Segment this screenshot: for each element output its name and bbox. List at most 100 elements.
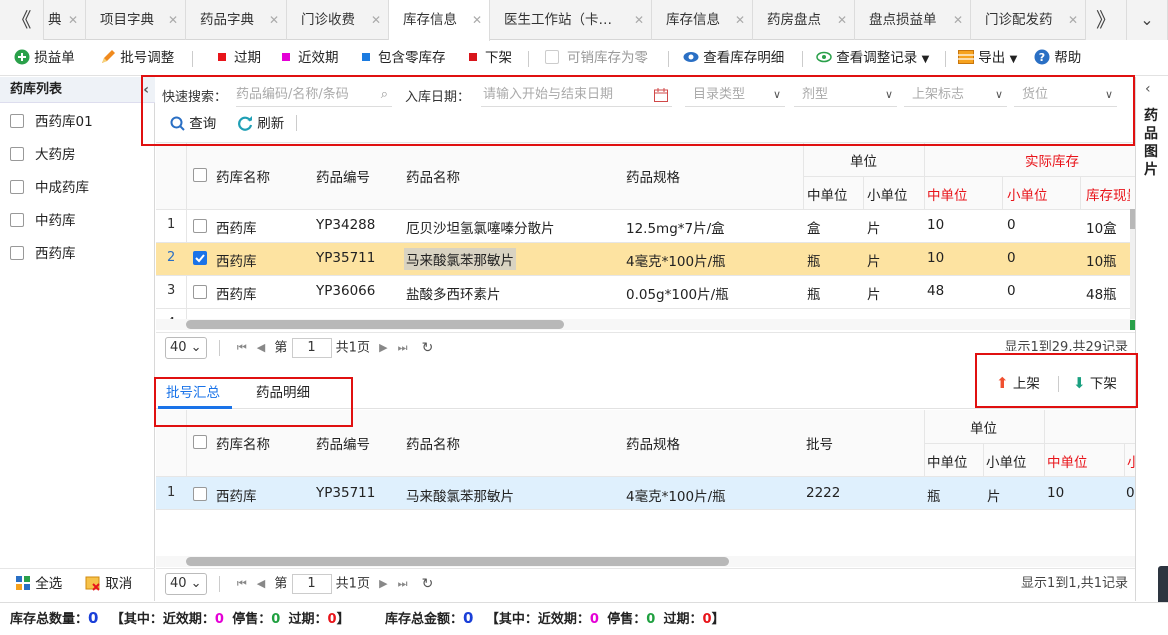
col-actual-mid-header[interactable]: 中单位 (927, 184, 968, 204)
warehouse-item[interactable]: 大药房 (10, 144, 76, 166)
near-expiry-filter[interactable]: 近效期 (282, 41, 339, 76)
last-page-icon[interactable]: ⏭ (398, 333, 408, 363)
warehouse-item[interactable]: 中药库 (10, 210, 76, 232)
scrollbar-thumb[interactable] (186, 320, 564, 329)
tab-inventory-loss-bill[interactable]: 盘点损益单 ✕ (855, 0, 971, 40)
next-page-icon[interactable]: ▶ (379, 333, 387, 363)
col-code-header[interactable]: 药品编号 (316, 166, 370, 186)
refresh-button[interactable]: 刷新 (238, 108, 284, 140)
close-icon[interactable]: ✕ (634, 0, 644, 40)
checkbox[interactable] (10, 246, 24, 260)
close-icon[interactable]: ✕ (953, 0, 963, 40)
page-size-select[interactable]: 40 ⌄ (165, 337, 207, 359)
off-shelf-button[interactable]: ⬇ 下架 (1073, 368, 1117, 398)
tab-stock-info-active[interactable]: 库存信息 ✕ (389, 0, 490, 41)
col-batch-header[interactable]: 批号 (806, 433, 833, 453)
sellable-zero-checkbox[interactable]: 可销库存为零 (545, 41, 648, 76)
checkbox[interactable] (545, 50, 559, 64)
col-actual-small-header[interactable]: 小 (1127, 451, 1135, 471)
col-actual-mid-header[interactable]: 中单位 (1047, 451, 1088, 471)
col-small-unit-header[interactable]: 小单位 (986, 451, 1027, 471)
scrollbar-thumb[interactable] (186, 557, 729, 566)
tab-dictionary-partial[interactable]: 典 ✕ (44, 0, 86, 40)
warehouse-item[interactable]: 西药库 (10, 243, 76, 265)
loss-bill-button[interactable]: 损益单 (14, 41, 75, 76)
col-mid-unit-header[interactable]: 中单位 (807, 184, 848, 204)
close-icon[interactable]: ✕ (472, 0, 482, 40)
close-icon[interactable]: ✕ (735, 0, 745, 40)
view-adjust-record-button[interactable]: 查看调整记录 ▼ (816, 41, 929, 76)
stock-in-date-input[interactable]: 请输入开始与结束日期 (481, 83, 672, 107)
col-warehouse-header[interactable]: 药库名称 (216, 433, 270, 453)
location-select[interactable]: 货位 ∨ (1014, 83, 1117, 107)
col-warehouse-header[interactable]: 药库名称 (216, 166, 270, 186)
tab-outpatient-dispense[interactable]: 门诊配发药 ✕ (971, 0, 1086, 40)
close-icon[interactable]: ✕ (837, 0, 847, 40)
warehouse-item[interactable]: 中成药库 (10, 177, 89, 199)
on-shelf-button[interactable]: ⬆ 上架 (996, 368, 1040, 398)
tab-list-dropdown[interactable]: ⌄ (1127, 0, 1168, 40)
checkbox[interactable] (10, 180, 24, 194)
scroll-left-button[interactable]: 《 (0, 0, 44, 40)
col-name-header[interactable]: 药品名称 (406, 166, 460, 186)
prev-page-icon[interactable]: ◀ (257, 569, 265, 599)
close-icon[interactable]: ✕ (371, 0, 381, 40)
first-page-icon[interactable]: ⏮ (237, 333, 247, 363)
help-button[interactable]: ? 帮助 (1034, 41, 1081, 76)
tab-batch-summary[interactable]: 批号汇总 (166, 378, 220, 408)
last-page-icon[interactable]: ⏭ (398, 569, 408, 599)
expand-panel-icon[interactable]: ‹ (1145, 81, 1151, 97)
col-small-unit-header[interactable]: 小单位 (867, 184, 908, 204)
tab-stock-info[interactable]: 库存信息 ✕ (652, 0, 753, 40)
col-spec-header[interactable]: 药品规格 (626, 166, 680, 186)
page-number-input[interactable]: 1 (291, 338, 332, 358)
tab-drug-dictionary[interactable]: 药品字典 ✕ (186, 0, 287, 40)
calendar-icon[interactable] (654, 88, 668, 102)
tab-item-dictionary[interactable]: 项目字典 ✕ (86, 0, 186, 40)
cancel-button[interactable]: 取消 (85, 568, 132, 601)
tab-drug-detail[interactable]: 药品明细 (256, 378, 310, 408)
close-icon[interactable]: ✕ (168, 0, 178, 40)
close-icon[interactable]: ✕ (68, 0, 78, 40)
select-all-button[interactable]: 全选 (15, 568, 62, 601)
select-all-rows-checkbox[interactable] (193, 435, 207, 449)
page-size-select[interactable]: 40 ⌄ (165, 573, 207, 595)
catalog-type-select[interactable]: 目录类型 ∨ (685, 83, 785, 107)
col-spec-header[interactable]: 药品规格 (626, 433, 680, 453)
checkbox[interactable] (10, 114, 24, 128)
scroll-right-button[interactable]: 》 (1086, 0, 1127, 40)
row-checkbox[interactable] (193, 219, 207, 233)
query-button[interactable]: 查询 (170, 108, 216, 140)
col-name-header[interactable]: 药品名称 (406, 433, 460, 453)
collapse-left-icon[interactable]: ‹ (143, 77, 149, 103)
with-zero-stock-filter[interactable]: 包含零库存 (362, 41, 446, 76)
col-code-header[interactable]: 药品编号 (316, 433, 370, 453)
off-shelf-filter[interactable]: 下架 (469, 41, 512, 76)
col-current-stock-header[interactable]: 库存现量 (1086, 184, 1130, 204)
search-icon[interactable]: ⌕ (381, 83, 388, 107)
tab-pharmacy-inventory[interactable]: 药房盘点 ✕ (753, 0, 855, 40)
checkbox[interactable] (10, 213, 24, 227)
page-number-input[interactable]: 1 (291, 574, 332, 594)
export-button[interactable]: 导出 ▼ (958, 41, 1017, 76)
quick-search-input[interactable]: 药品编码/名称/条码 ⌕ (236, 83, 392, 107)
next-page-icon[interactable]: ▶ (379, 569, 387, 599)
col-mid-unit-header[interactable]: 中单位 (927, 451, 968, 471)
expired-filter[interactable]: 过期 (218, 41, 261, 76)
tab-doctor-workstation[interactable]: 医生工作站（卡… ✕ (490, 0, 652, 40)
view-stock-detail-button[interactable]: 查看库存明细 (683, 41, 784, 76)
prev-page-icon[interactable]: ◀ (257, 333, 265, 363)
close-icon[interactable]: ✕ (1068, 0, 1078, 40)
batch-adjust-button[interactable]: 批号调整 (100, 41, 174, 76)
first-page-icon[interactable]: ⏮ (237, 569, 247, 599)
select-all-rows-checkbox[interactable] (193, 168, 207, 182)
row-checkbox-checked[interactable] (193, 251, 207, 265)
col-actual-small-header[interactable]: 小单位 (1007, 184, 1048, 204)
warehouse-item[interactable]: 西药库01 (10, 111, 93, 133)
shelf-flag-select[interactable]: 上架标志 ∨ (904, 83, 1007, 107)
reload-icon[interactable]: ↻ (422, 569, 434, 599)
row-checkbox[interactable] (193, 285, 207, 299)
tab-outpatient-charge[interactable]: 门诊收费 ✕ (287, 0, 389, 40)
row-checkbox[interactable] (193, 487, 207, 501)
close-icon[interactable]: ✕ (269, 0, 279, 40)
